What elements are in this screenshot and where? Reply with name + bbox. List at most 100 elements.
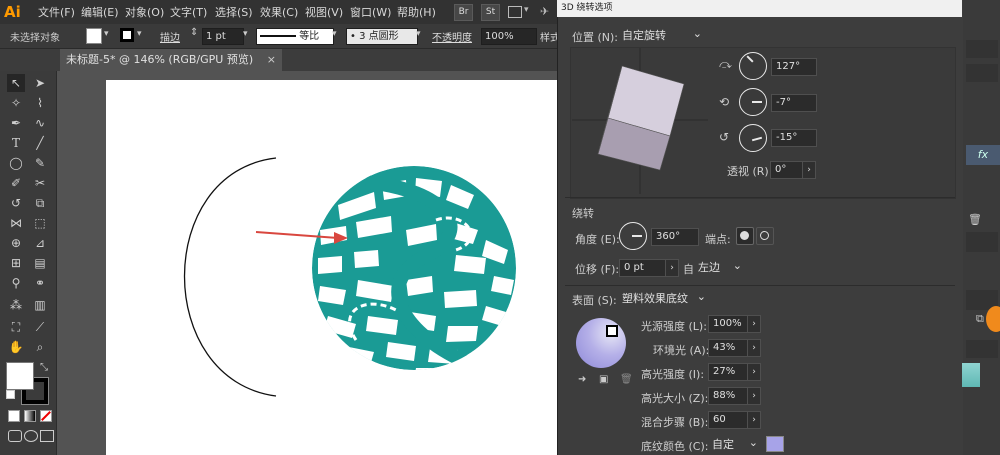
stroke-profile-select[interactable]: 等比 <box>256 28 334 45</box>
light-intensity-input[interactable]: 100% <box>708 315 750 333</box>
menu-select[interactable]: 选择(S) <box>215 4 253 20</box>
none-mode-icon[interactable] <box>40 410 52 422</box>
shading-color-swatch[interactable] <box>766 436 784 452</box>
stroke-label[interactable]: 描边 <box>160 29 180 44</box>
draw-inside-icon[interactable] <box>40 430 54 442</box>
panel-tab[interactable] <box>966 40 998 58</box>
document-tab[interactable]: 未标题-5* @ 146% (RGB/GPU 预览) × <box>60 49 282 71</box>
revolved-sphere[interactable] <box>312 166 516 382</box>
bridge-button[interactable]: Br <box>454 4 473 21</box>
rotate-y-input[interactable]: -7° <box>771 94 817 112</box>
artwork-layer[interactable] <box>106 80 558 455</box>
stroke-swatch[interactable] <box>120 28 134 42</box>
slice-tool-icon[interactable]: ⟋ <box>31 318 49 336</box>
mesh-tool-icon[interactable]: ⊞ <box>7 254 25 272</box>
stroke-stepper-icon[interactable]: ⇕ <box>190 27 198 38</box>
rotation-cube[interactable] <box>572 48 708 194</box>
scale-tool-icon[interactable]: ⧉ <box>31 194 49 212</box>
shading-color-select[interactable]: 自定 ⌄ <box>712 436 760 452</box>
highlight-intensity-slider-button[interactable]: › <box>747 363 761 381</box>
offset-slider-button[interactable]: › <box>665 259 679 277</box>
blend-steps-slider-button[interactable]: › <box>747 411 761 429</box>
draw-normal-icon[interactable] <box>8 430 22 442</box>
stroke-weight-dropdown-icon[interactable]: ▾ <box>243 29 248 39</box>
cap-on-button[interactable] <box>736 227 754 245</box>
menu-type[interactable]: 文字(T) <box>170 4 207 20</box>
perspective-input[interactable]: 0° <box>770 161 806 179</box>
rotate-z-input[interactable]: -15° <box>771 129 817 147</box>
ambient-input[interactable]: 43% <box>708 339 750 357</box>
brush-dropdown-icon[interactable]: ▾ <box>416 29 421 39</box>
surface-select[interactable]: 塑料效果底纹 ⌄ <box>622 290 708 306</box>
menu-file[interactable]: 文件(F) <box>38 4 75 20</box>
line-tool-icon[interactable]: ╱ <box>31 134 49 152</box>
menu-view[interactable]: 视图(V) <box>305 4 343 20</box>
rotate-x-dial[interactable] <box>739 52 767 80</box>
fill-swatch[interactable] <box>86 28 102 44</box>
hand-tool-icon[interactable]: ✋ <box>7 338 25 356</box>
brush-select[interactable]: • 3 点圆形 <box>346 28 418 45</box>
arrange-documents-icon[interactable] <box>508 6 522 18</box>
stroke-weight-input[interactable]: 1 pt <box>202 28 244 45</box>
free-transform-tool-icon[interactable]: ⬚ <box>31 214 49 232</box>
panel-tab[interactable] <box>966 64 998 82</box>
delete-icon[interactable]: 🗑 <box>968 213 982 226</box>
perspective-grid-tool-icon[interactable]: ⊿ <box>31 234 49 252</box>
panel-tab[interactable] <box>966 232 998 252</box>
zoom-tool-icon[interactable]: ⌕ <box>31 338 49 356</box>
new-light-icon[interactable]: ▣ <box>599 374 608 385</box>
artboard-tool-icon[interactable]: ⛶ <box>7 318 25 336</box>
move-light-back-icon[interactable]: ➜ <box>578 374 586 385</box>
default-colors-icon[interactable] <box>6 390 15 399</box>
angle-dial[interactable] <box>619 222 647 250</box>
swap-colors-icon[interactable]: ⤡ <box>40 362 48 373</box>
ambient-slider-button[interactable]: › <box>747 339 761 357</box>
light-intensity-slider-button[interactable]: › <box>747 315 761 333</box>
blend-steps-input[interactable]: 60 <box>708 411 750 429</box>
stroke-dropdown-icon[interactable]: ▾ <box>137 29 142 39</box>
color-mode-icon[interactable] <box>8 410 20 422</box>
light-source-handle[interactable] <box>606 325 618 337</box>
appearance-fx-button[interactable]: fx <box>966 145 1000 165</box>
magic-wand-tool-icon[interactable]: ✧ <box>7 94 25 112</box>
swatch-thumbnail[interactable] <box>962 363 980 387</box>
highlight-size-slider-button[interactable]: › <box>747 387 761 405</box>
new-item-icon[interactable]: ⧉ <box>976 312 984 326</box>
highlight-intensity-input[interactable]: 27% <box>708 363 750 381</box>
menu-effect[interactable]: 效果(C) <box>260 4 298 20</box>
angle-input[interactable]: 360° <box>651 228 699 246</box>
scissors-tool-icon[interactable]: ✂ <box>31 174 49 192</box>
workspace-icon[interactable]: ✈ <box>540 5 549 18</box>
rotate-y-dial[interactable] <box>739 88 767 116</box>
type-tool-icon[interactable]: T <box>7 134 25 152</box>
opacity-label[interactable]: 不透明度 <box>432 29 472 44</box>
gradient-tool-icon[interactable]: ▤ <box>31 254 49 272</box>
from-select[interactable]: 左边 ⌄ <box>698 259 744 275</box>
revolve-profile-path[interactable] <box>183 157 277 397</box>
shape-builder-tool-icon[interactable]: ⊕ <box>7 234 25 252</box>
paintbrush-tool-icon[interactable]: ✎ <box>31 154 49 172</box>
panel-tab[interactable] <box>966 340 998 358</box>
column-graph-tool-icon[interactable]: ▥ <box>31 296 49 314</box>
perspective-slider-button[interactable]: › <box>802 161 816 179</box>
menu-help[interactable]: 帮助(H) <box>397 4 436 20</box>
blend-tool-icon[interactable]: ⚭ <box>31 274 49 292</box>
delete-light-icon[interactable]: 🗑 <box>620 374 633 385</box>
eyedropper-tool-icon[interactable]: ⚲ <box>7 274 25 292</box>
offset-input[interactable]: 0 pt <box>619 259 669 277</box>
selection-tool-icon[interactable]: ↖ <box>7 74 25 92</box>
position-select[interactable]: 自定旋转 ⌄ <box>622 27 704 43</box>
lighting-sphere-preview[interactable] <box>576 318 626 368</box>
direct-selection-tool-icon[interactable]: ➤ <box>31 74 49 92</box>
rotate-z-dial[interactable] <box>739 124 767 152</box>
shaper-tool-icon[interactable]: ✐ <box>7 174 25 192</box>
menu-edit[interactable]: 编辑(E) <box>81 4 119 20</box>
notification-badge-icon[interactable] <box>986 306 1000 332</box>
gradient-mode-icon[interactable] <box>24 410 36 422</box>
chevron-down-icon[interactable]: ▾ <box>524 5 529 15</box>
rotate-x-input[interactable]: 127° <box>771 58 817 76</box>
width-tool-icon[interactable]: ⋈ <box>7 214 25 232</box>
draw-behind-icon[interactable] <box>24 430 38 442</box>
pen-tool-icon[interactable]: ✒ <box>7 114 25 132</box>
fill-color-box[interactable] <box>6 362 34 390</box>
